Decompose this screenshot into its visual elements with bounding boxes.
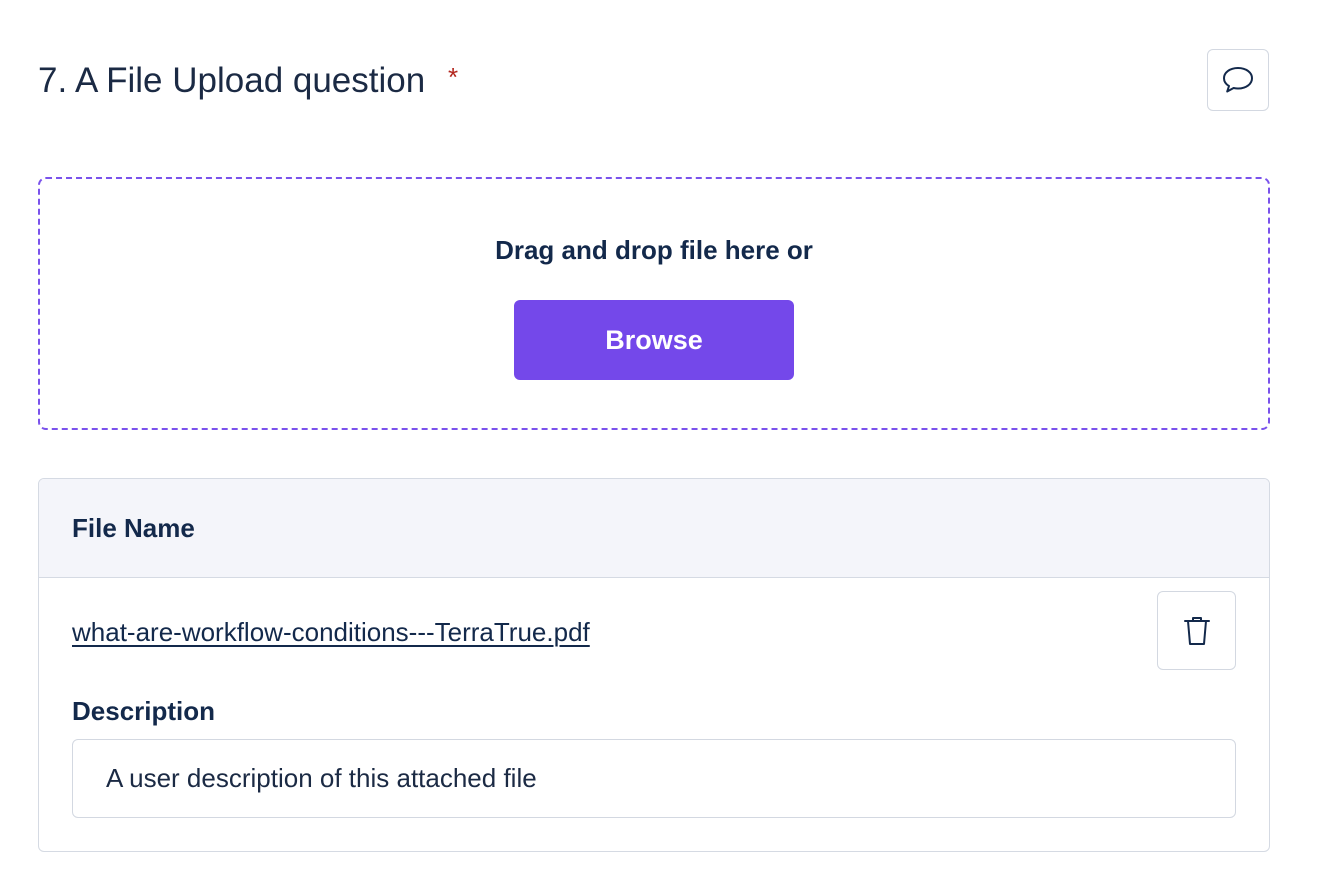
file-table: File Name what-are-workflow-conditions--… bbox=[38, 478, 1270, 852]
comment-button[interactable] bbox=[1207, 49, 1269, 111]
delete-file-button[interactable] bbox=[1157, 591, 1236, 670]
required-indicator: * bbox=[448, 62, 459, 92]
file-dropzone[interactable]: Drag and drop file here or Browse bbox=[38, 177, 1270, 430]
speech-bubble-icon bbox=[1221, 65, 1255, 95]
description-label: Description bbox=[72, 696, 216, 726]
description-input[interactable] bbox=[72, 739, 1236, 818]
trash-icon bbox=[1182, 614, 1212, 648]
file-name-column-header: File Name bbox=[72, 513, 195, 543]
file-link[interactable]: what-are-workflow-conditions---TerraTrue… bbox=[72, 615, 590, 649]
browse-button[interactable]: Browse bbox=[514, 300, 794, 380]
question-title: 7. A File Upload question bbox=[38, 61, 426, 100]
file-table-header: File Name bbox=[39, 479, 1269, 578]
dropzone-prompt: Drag and drop file here or bbox=[495, 235, 813, 265]
